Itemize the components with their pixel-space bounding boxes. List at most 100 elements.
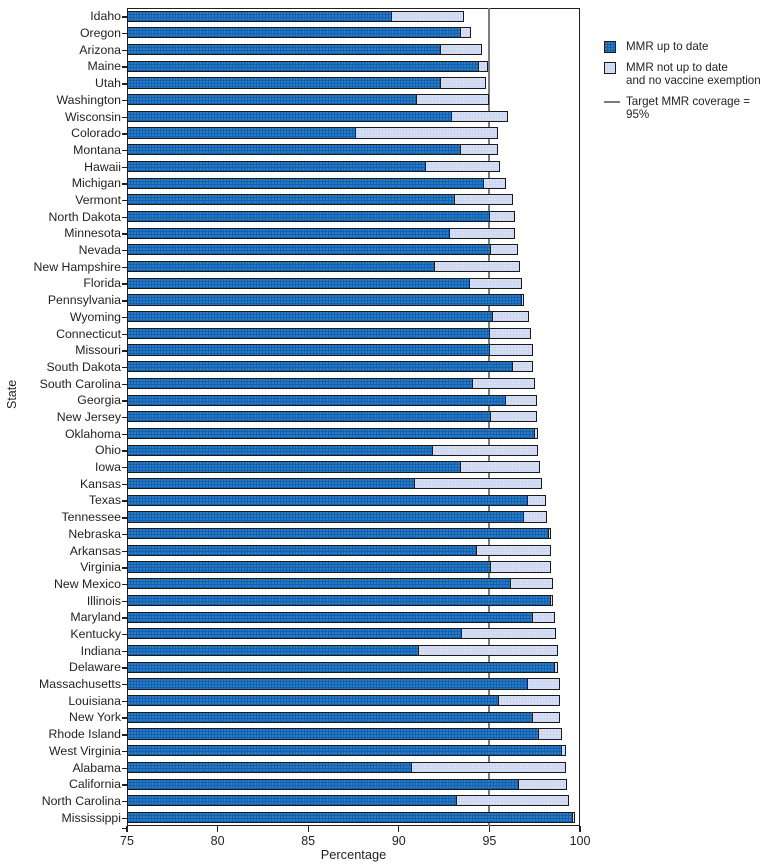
bar-row bbox=[127, 175, 580, 192]
legend-item-up-to-date: MMR up to date bbox=[604, 40, 776, 54]
legend-item-target-line: Target MMR coverage = 95% bbox=[604, 95, 776, 122]
bar-segment-not-up-to-date bbox=[434, 262, 520, 272]
bar-segment-not-up-to-date bbox=[417, 645, 558, 656]
stacked-bar bbox=[127, 811, 575, 824]
bar-row bbox=[127, 793, 580, 810]
y-axis-tick-label: North Dakota bbox=[48, 209, 121, 224]
legend-swatch-light-icon bbox=[604, 61, 616, 74]
stacked-bar bbox=[127, 210, 515, 223]
bars-container bbox=[127, 8, 580, 826]
bar-segment-not-up-to-date bbox=[523, 512, 547, 522]
bar-segment-not-up-to-date bbox=[561, 746, 565, 756]
bar-segment-up-to-date bbox=[128, 746, 562, 756]
bar-row bbox=[127, 41, 580, 58]
y-axis-tick-label: Virginia bbox=[80, 560, 121, 575]
bar-segment-up-to-date bbox=[128, 95, 417, 105]
legend-label-target: Target MMR coverage = 95% bbox=[626, 94, 751, 122]
bar-row bbox=[127, 659, 580, 676]
bar-row bbox=[127, 8, 580, 25]
stacked-bar bbox=[127, 711, 561, 723]
stacked-bar bbox=[127, 127, 499, 139]
stacked-bar bbox=[127, 344, 533, 356]
bar-row bbox=[127, 392, 580, 409]
bar-segment-not-up-to-date bbox=[448, 228, 514, 238]
bar-segment-not-up-to-date bbox=[483, 178, 505, 188]
bar-segment-up-to-date bbox=[128, 679, 527, 689]
bar-segment-not-up-to-date bbox=[571, 812, 574, 823]
y-axis-tick-label: Nevada bbox=[78, 243, 121, 258]
bar-segment-not-up-to-date bbox=[537, 729, 561, 739]
y-axis-tick-label: Oregon bbox=[79, 26, 121, 41]
stacked-bar bbox=[127, 644, 559, 657]
bar-segment-not-up-to-date bbox=[459, 462, 540, 472]
stacked-bar bbox=[127, 695, 561, 707]
bar-segment-not-up-to-date bbox=[488, 211, 514, 222]
y-axis-tick-label: Louisiana bbox=[68, 693, 121, 708]
bar-row bbox=[127, 475, 580, 492]
legend-item-not-up-to-date: MMR not up to date and no vaccine exempt… bbox=[604, 61, 776, 88]
bar-segment-up-to-date bbox=[128, 278, 469, 288]
bar-segment-not-up-to-date bbox=[532, 712, 560, 722]
stacked-bar bbox=[127, 444, 539, 456]
bar-row bbox=[127, 192, 580, 209]
legend: MMR up to date MMR not up to date and no… bbox=[604, 40, 776, 129]
bar-segment-not-up-to-date bbox=[490, 245, 518, 255]
x-axis-tick-label: 85 bbox=[301, 834, 316, 848]
bar-segment-not-up-to-date bbox=[439, 44, 482, 55]
bar-segment-up-to-date bbox=[128, 696, 498, 706]
y-axis-tick-label: Florida bbox=[83, 276, 121, 291]
bar-segment-not-up-to-date bbox=[414, 479, 541, 489]
stacked-bar bbox=[127, 94, 490, 106]
bar-row bbox=[127, 208, 580, 225]
bar-segment-up-to-date bbox=[128, 512, 524, 522]
bar-segment-not-up-to-date bbox=[497, 696, 560, 706]
stacked-bar bbox=[127, 327, 532, 339]
bar-row bbox=[127, 576, 580, 593]
stacked-bar bbox=[127, 561, 551, 573]
bar-segment-up-to-date bbox=[128, 595, 551, 606]
stacked-bar bbox=[127, 244, 519, 256]
bar-row bbox=[127, 258, 580, 275]
bar-segment-up-to-date bbox=[128, 662, 554, 672]
y-axis-tick-label: Kentucky bbox=[70, 627, 121, 642]
bar-segment-up-to-date bbox=[128, 445, 433, 455]
x-axis-tick-label: 80 bbox=[210, 834, 225, 848]
bar-segment-not-up-to-date bbox=[488, 328, 531, 338]
bar-segment-up-to-date bbox=[128, 228, 449, 238]
bar-segment-up-to-date bbox=[128, 428, 534, 439]
bar-segment-up-to-date bbox=[128, 479, 415, 489]
bar-segment-up-to-date bbox=[128, 262, 435, 272]
y-axis-tick-label: Kansas bbox=[79, 476, 121, 491]
stacked-bar bbox=[127, 60, 488, 72]
y-axis-tick-label: Washington bbox=[56, 92, 121, 107]
bar-segment-up-to-date bbox=[128, 211, 489, 222]
stacked-bar bbox=[127, 77, 486, 89]
bar-row bbox=[127, 676, 580, 693]
bar-segment-up-to-date bbox=[128, 796, 456, 806]
bar-segment-not-up-to-date bbox=[490, 412, 536, 422]
bar-segment-up-to-date bbox=[128, 562, 491, 572]
bar-row bbox=[127, 275, 580, 292]
bar-segment-not-up-to-date bbox=[532, 612, 554, 622]
bar-row bbox=[127, 359, 580, 376]
bar-segment-not-up-to-date bbox=[477, 61, 487, 71]
bar-row bbox=[127, 726, 580, 743]
stacked-bar bbox=[127, 361, 533, 373]
bar-segment-not-up-to-date bbox=[533, 428, 538, 439]
y-axis-tick-label: North Carolina bbox=[41, 793, 121, 808]
bar-row bbox=[127, 225, 580, 242]
y-axis-tick-label: Arizona bbox=[79, 42, 121, 57]
x-axis-tick-label: 100 bbox=[569, 834, 591, 848]
bar-segment-not-up-to-date bbox=[517, 779, 567, 789]
bar-row bbox=[127, 342, 580, 359]
bar-row bbox=[127, 692, 580, 709]
legend-label-up-to-date: MMR up to date bbox=[626, 40, 709, 53]
bar-row bbox=[127, 809, 580, 826]
stacked-bar bbox=[127, 194, 513, 206]
y-axis-tick-label: Colorado bbox=[71, 126, 121, 141]
bar-segment-not-up-to-date bbox=[454, 195, 512, 205]
stacked-bar bbox=[127, 27, 472, 39]
y-axis-tick-label: Arkansas bbox=[69, 543, 121, 558]
bar-segment-not-up-to-date bbox=[390, 11, 464, 21]
bar-segment-not-up-to-date bbox=[504, 395, 536, 405]
